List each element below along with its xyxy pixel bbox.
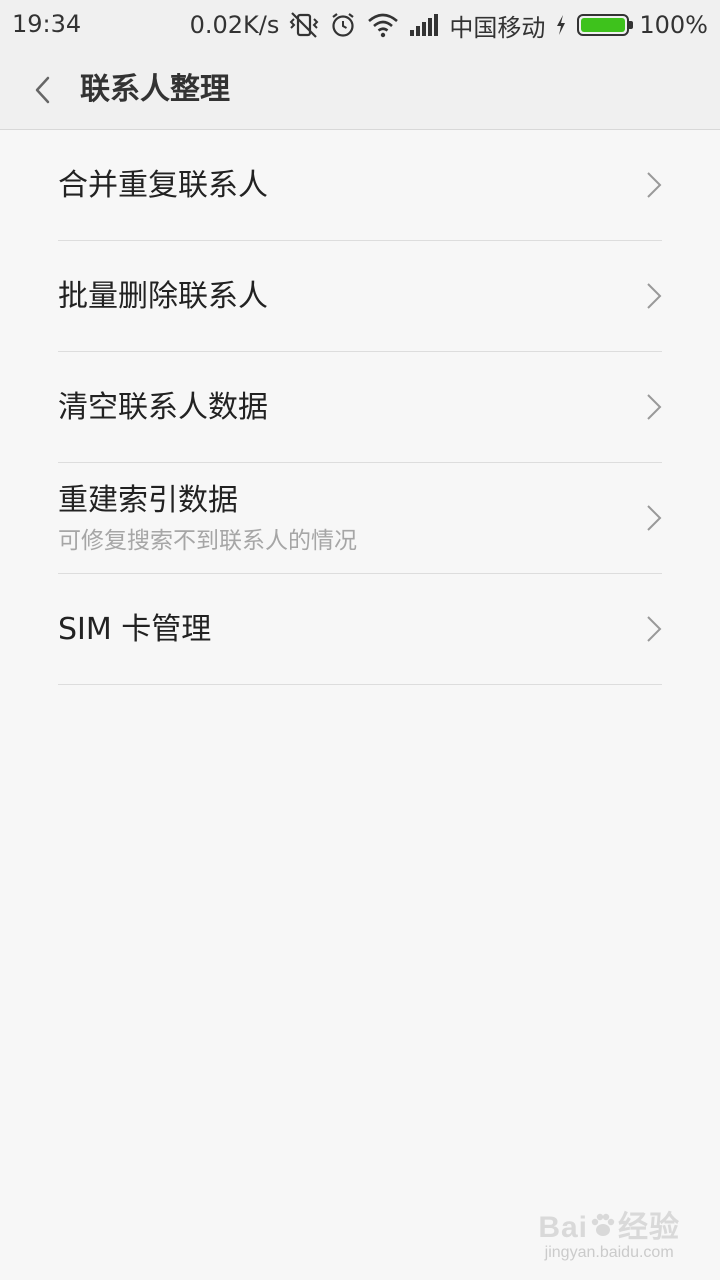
menu-item-label: SIM 卡管理: [58, 612, 212, 647]
menu-item-label: 清空联系人数据: [58, 390, 268, 425]
chevron-left-icon: [35, 76, 50, 104]
menu-item-batch-delete[interactable]: 批量删除联系人: [58, 241, 662, 352]
menu-item-sublabel: 可修复搜索不到联系人的情况: [58, 528, 357, 554]
status-bar: 19:34 0.02K/s 中国移动 100%: [0, 0, 720, 50]
chevron-right-icon: [647, 616, 662, 642]
wifi-icon: [367, 12, 399, 38]
chevron-right-icon: [647, 172, 662, 198]
status-icons: 0.02K/s 中国移动 100%: [190, 0, 708, 50]
menu-item-label: 合并重复联系人: [58, 168, 268, 203]
baidu-jingyan-watermark: Bai 经验 jingyan.baidu.com: [538, 1202, 680, 1262]
action-bar: 联系人整理: [0, 50, 720, 130]
chevron-right-icon: [647, 394, 662, 420]
chevron-right-icon: [647, 505, 662, 531]
watermark-site: jingyan.baidu.com: [544, 1244, 674, 1261]
net-speed: 0.02K/s: [189, 11, 280, 39]
back-button[interactable]: [24, 70, 64, 110]
chevron-right-icon: [647, 283, 662, 309]
charging-icon: [555, 14, 567, 36]
alarm-icon: [329, 11, 357, 39]
battery-percent: 100%: [639, 11, 708, 39]
battery-cap: [629, 21, 634, 29]
menu-list: 合并重复联系人 批量删除联系人 清空联系人数据 重建索引数据 可修复搜索不到联系…: [0, 130, 720, 685]
watermark-brand-suffix: 经验: [618, 1210, 680, 1244]
battery-level-fill: [581, 18, 626, 32]
menu-item-rebuild-index[interactable]: 重建索引数据 可修复搜索不到联系人的情况: [58, 463, 662, 574]
menu-item-merge-duplicates[interactable]: 合并重复联系人: [58, 130, 662, 241]
watermark-brand-prefix: Bai: [538, 1210, 588, 1244]
paw-icon: [588, 1210, 618, 1248]
menu-item-label: 批量删除联系人: [58, 279, 268, 314]
menu-item-sim-management[interactable]: SIM 卡管理: [58, 574, 662, 685]
carrier-name: 中国移动: [449, 13, 546, 42]
signal-icon: [409, 13, 439, 37]
status-time: 19:34: [12, 10, 82, 38]
vibrate-off-icon: [289, 11, 319, 39]
menu-item-label: 重建索引数据: [58, 483, 238, 518]
page-title: 联系人整理: [80, 72, 230, 107]
menu-item-clear-data[interactable]: 清空联系人数据: [58, 352, 662, 463]
battery-icon: [577, 14, 634, 36]
watermark-brand: Bai 经验: [538, 1202, 680, 1248]
